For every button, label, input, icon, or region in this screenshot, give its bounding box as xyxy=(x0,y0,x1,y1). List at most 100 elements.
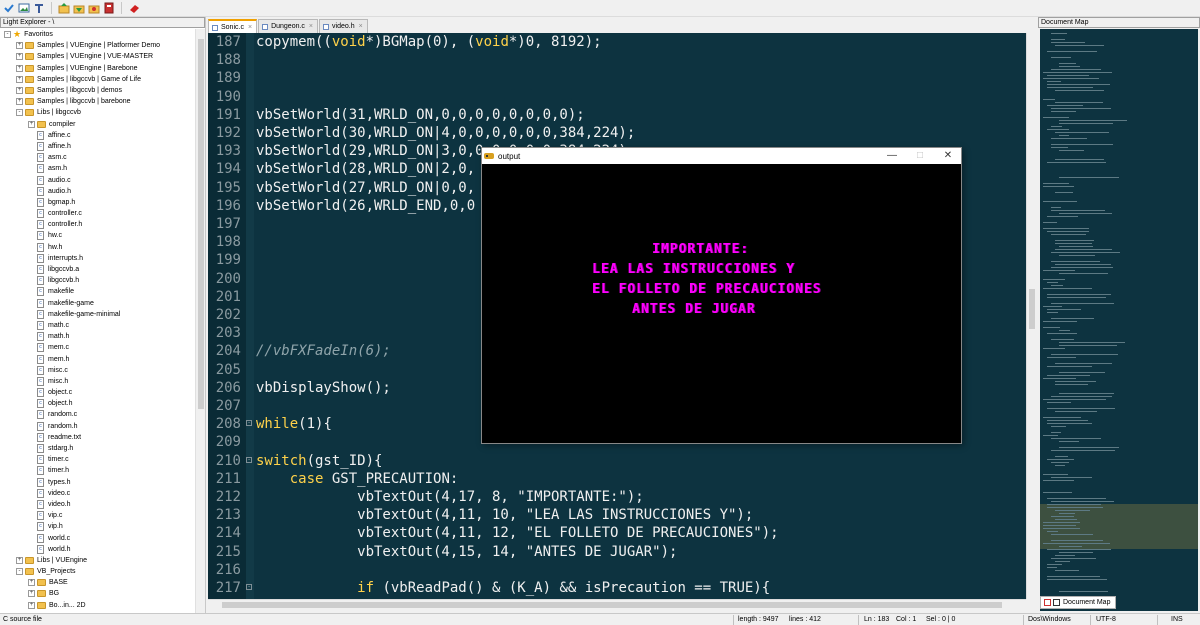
tree-folder-item[interactable]: + Samples | libgccvb | demos xyxy=(0,85,196,96)
tree-folder-item[interactable]: - Libs | libgccvb xyxy=(0,107,196,118)
tree-file-item[interactable]: c timer.h xyxy=(0,465,196,476)
tree-file-item[interactable]: c stdarg.h xyxy=(0,443,196,454)
tree-file-item[interactable]: c vip.h xyxy=(0,521,196,532)
expand-icon[interactable]: + xyxy=(28,590,35,598)
tree-file-item[interactable]: c makefile-game-minimal xyxy=(0,309,196,320)
tree-file-item[interactable]: c affine.h xyxy=(0,141,196,152)
expand-icon[interactable]: + xyxy=(28,579,35,587)
tree-file-item[interactable]: c makefile-game xyxy=(0,298,196,309)
code-line[interactable]: 213 vbTextOut(4,11, 10, "LEA LAS INSTRUC… xyxy=(208,506,1026,524)
expand-icon[interactable]: + xyxy=(16,64,23,72)
tree-file-item[interactable]: c video.h xyxy=(0,499,196,510)
tree-file-item[interactable]: c controller.c xyxy=(0,208,196,219)
editor-horizontal-scrollbar[interactable] xyxy=(208,599,1026,610)
tree-file-item[interactable]: c random.h xyxy=(0,421,196,432)
editor-vertical-scrollbar[interactable] xyxy=(1026,33,1037,599)
tree-file-item[interactable]: c libgccvb.h xyxy=(0,275,196,286)
tree-file-item[interactable]: c interrupts.h xyxy=(0,253,196,264)
code-line[interactable]: 192 vbSetWorld(30,WRLD_ON|4,0,0,0,0,0,0,3… xyxy=(208,124,1026,142)
tree-file-item[interactable]: c video.c xyxy=(0,488,196,499)
expand-icon[interactable]: + xyxy=(16,42,23,50)
tree-file-item[interactable]: c math.h xyxy=(0,331,196,342)
tree-file-item[interactable]: c hw.h xyxy=(0,242,196,253)
code-line[interactable]: 212 vbTextOut(4,17, 8, "IMPORTANTE:"); xyxy=(208,488,1026,506)
close-tab-icon[interactable]: × xyxy=(309,23,313,30)
tree-file-item[interactable]: c bgmap.h xyxy=(0,197,196,208)
checkmark-icon[interactable] xyxy=(3,2,15,14)
expand-icon[interactable]: + xyxy=(16,53,23,61)
tree-folder-item[interactable]: + Samples | libgccvb | Game of Life xyxy=(0,74,196,85)
tree-file-item[interactable]: c world.c xyxy=(0,532,196,543)
tree-file-item[interactable]: c asm.h xyxy=(0,163,196,174)
tree-file-item[interactable]: c readme.txt xyxy=(0,432,196,443)
code-line[interactable]: 211 case GST_PRECAUTION: xyxy=(208,470,1026,488)
tree-file-item[interactable]: c makefile xyxy=(0,286,196,297)
tree-file-item[interactable]: c object.h xyxy=(0,398,196,409)
status-insert-mode[interactable]: INS xyxy=(1171,614,1183,625)
tree-file-item[interactable]: c world.h xyxy=(0,544,196,555)
tree-file-item[interactable]: c mem.h xyxy=(0,353,196,364)
tree-folder-item[interactable]: + Bo...in... 2D xyxy=(0,600,196,611)
collapse-icon[interactable]: - xyxy=(16,109,23,117)
tree-file-item[interactable]: c math.c xyxy=(0,320,196,331)
folder-up-icon[interactable] xyxy=(58,2,70,14)
tree-folder-item[interactable]: + compiler xyxy=(0,119,196,130)
tree-folder-item[interactable]: - ★ Favoritos xyxy=(0,29,196,40)
document-map-preview[interactable] xyxy=(1040,29,1198,611)
close-tab-icon[interactable]: × xyxy=(359,23,363,30)
tree-file-item[interactable]: c audio.c xyxy=(0,174,196,185)
book-icon[interactable] xyxy=(103,2,115,14)
editor-horizontal-thumb[interactable] xyxy=(222,602,1002,608)
tree-file-item[interactable]: c random.c xyxy=(0,409,196,420)
tree-file-item[interactable]: c types.h xyxy=(0,477,196,488)
expand-icon[interactable]: + xyxy=(16,98,23,106)
close-button[interactable]: ✕ xyxy=(934,148,962,164)
expand-icon[interactable]: + xyxy=(16,556,23,564)
status-encoding[interactable]: UTF-8 xyxy=(1096,614,1116,625)
code-line[interactable]: 214 vbTextOut(4,11, 12, "EL FOLLETO DE P… xyxy=(208,524,1026,542)
tree-folder-item[interactable]: + Libs | VUEngine xyxy=(0,555,196,566)
text-tool-icon[interactable] xyxy=(33,2,45,14)
tree-file-item[interactable]: c timer.c xyxy=(0,454,196,465)
fold-toggle-icon[interactable]: - xyxy=(246,420,252,427)
tree-file-item[interactable]: c hw.c xyxy=(0,230,196,241)
tree-file-item[interactable]: c libgccvb.a xyxy=(0,264,196,275)
code-line[interactable]: 189 xyxy=(208,69,1026,87)
collapse-icon[interactable]: - xyxy=(4,31,11,39)
tree-folder-item[interactable]: + BG xyxy=(0,588,196,599)
editor-tab[interactable]: Dungeon.c × xyxy=(258,19,319,33)
editor-tab[interactable]: Sonic.c × xyxy=(208,19,258,33)
tree-file-item[interactable]: c misc.h xyxy=(0,376,196,387)
minimize-button[interactable]: — xyxy=(878,148,906,164)
tree-file-item[interactable]: c affine.c xyxy=(0,130,196,141)
expand-icon[interactable]: + xyxy=(16,75,23,83)
code-line[interactable]: 210- switch(gst_ID){ xyxy=(208,452,1026,470)
code-line[interactable]: 216 xyxy=(208,561,1026,579)
code-line[interactable]: 188 xyxy=(208,51,1026,69)
expand-icon[interactable]: + xyxy=(16,87,23,95)
maximize-button[interactable]: □ xyxy=(906,148,934,164)
tree-file-item[interactable]: c misc.c xyxy=(0,365,196,376)
fold-toggle-icon[interactable]: - xyxy=(246,456,252,463)
expand-icon[interactable]: + xyxy=(28,601,35,609)
tree-folder-item[interactable]: + BASE xyxy=(0,577,196,588)
output-titlebar[interactable]: output — □ ✕ xyxy=(482,148,961,164)
output-window[interactable]: output — □ ✕ IMPORTANTE: LEA LAS INSTRUC… xyxy=(481,147,962,444)
tree-folder-item[interactable]: + Samples | VUEngine | VUE-MASTER xyxy=(0,51,196,62)
close-tab-icon[interactable]: × xyxy=(248,24,252,31)
tree-file-item[interactable]: c mem.c xyxy=(0,342,196,353)
code-line[interactable]: 217- if (vbReadPad() & (K_A) && isPrecau… xyxy=(208,579,1026,597)
code-line[interactable]: 187 copymem((void*)BGMap(0), (void*)0, 81… xyxy=(208,33,1026,51)
editor-tab[interactable]: video.h × xyxy=(319,19,368,33)
eraser-icon[interactable] xyxy=(128,2,140,14)
fold-toggle-icon[interactable]: - xyxy=(246,584,252,590)
tree-folder-item[interactable]: - VB_Projects xyxy=(0,566,196,577)
tree-folder-item[interactable]: + Samples | libgccvb | barebone xyxy=(0,96,196,107)
tree-file-item[interactable]: c asm.c xyxy=(0,152,196,163)
code-line[interactable]: 191 vbSetWorld(31,WRLD_ON,0,0,0,0,0,0,0,0… xyxy=(208,106,1026,124)
editor-vertical-thumb[interactable] xyxy=(1029,289,1035,329)
folder-star-icon[interactable] xyxy=(88,2,100,14)
image-icon[interactable] xyxy=(18,2,30,14)
expand-icon[interactable]: + xyxy=(28,120,35,128)
folder-down-icon[interactable] xyxy=(73,2,85,14)
